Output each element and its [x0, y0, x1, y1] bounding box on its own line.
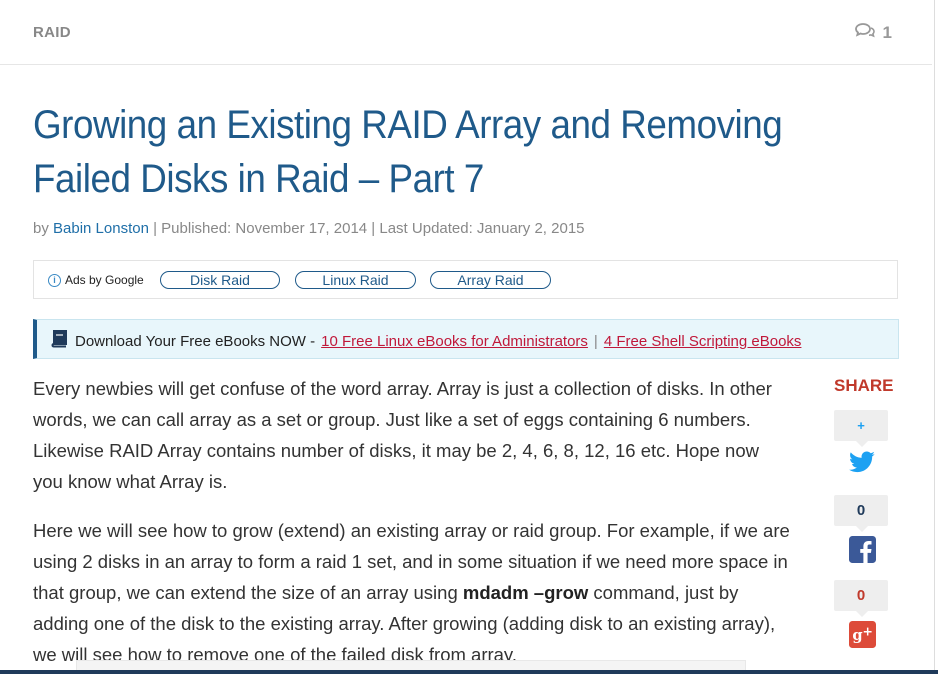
comments-link[interactable]: 1	[854, 22, 892, 43]
article-meta: by Babin Lonston | Published: November 1…	[33, 220, 585, 237]
ads-label[interactable]: i Ads by Google	[48, 273, 144, 287]
twitter-icon[interactable]	[834, 451, 890, 481]
comment-count: 1	[882, 22, 892, 42]
ebook-text: Download Your Free eBooks NOW -	[75, 332, 316, 350]
scrollbar-track[interactable]	[934, 0, 935, 674]
comment-icon	[854, 22, 875, 43]
twitter-count: 0	[834, 495, 888, 532]
paragraph-1: Every newbies will get confuse of the wo…	[33, 378, 772, 492]
article-title: Growing an Existing RAID Array and Remov…	[33, 103, 783, 201]
ebook-link-linux[interactable]: 10 Free Linux eBooks for Administrators	[321, 333, 588, 350]
share-plus-count: +	[834, 410, 888, 447]
facebook-icon[interactable]	[834, 536, 890, 566]
ad-link-disk-raid[interactable]: Disk Raid	[160, 271, 280, 289]
category-link[interactable]: RAID	[33, 24, 71, 41]
facebook-count: 0	[834, 580, 888, 617]
ebook-link-shell[interactable]: 4 Free Shell Scripting eBooks	[604, 333, 802, 350]
ad-link-array-raid[interactable]: Array Raid	[430, 271, 551, 289]
svg-text:g: g	[852, 627, 862, 644]
share-sidebar: SHARE + 0 0 g +	[834, 376, 894, 665]
share-title: SHARE	[834, 376, 894, 395]
top-bar: RAID 1	[0, 0, 932, 65]
book-icon	[49, 330, 69, 352]
paragraph-2: Here we will see how to grow (extend) an…	[33, 515, 793, 670]
meta-by: by	[33, 220, 49, 237]
meta-dates: | Published: November 17, 2014 | Last Up…	[153, 220, 585, 237]
ebook-separator: |	[593, 332, 598, 350]
google-plus-icon[interactable]: g +	[834, 621, 890, 651]
svg-text:+: +	[862, 625, 872, 639]
ads-label-text: Ads by Google	[65, 273, 144, 287]
article-body: Every newbies will get confuse of the wo…	[33, 373, 793, 688]
bottom-bar	[0, 670, 938, 674]
ads-bar: i Ads by Google Disk Raid Linux Raid Arr…	[33, 260, 898, 299]
command-mdadm-grow: mdadm –grow	[462, 582, 589, 603]
author-link[interactable]: Babin Lonston	[53, 220, 149, 237]
ebook-banner: Download Your Free eBooks NOW - 10 Free …	[33, 319, 899, 359]
ad-link-linux-raid[interactable]: Linux Raid	[295, 271, 416, 289]
info-icon: i	[48, 273, 61, 287]
